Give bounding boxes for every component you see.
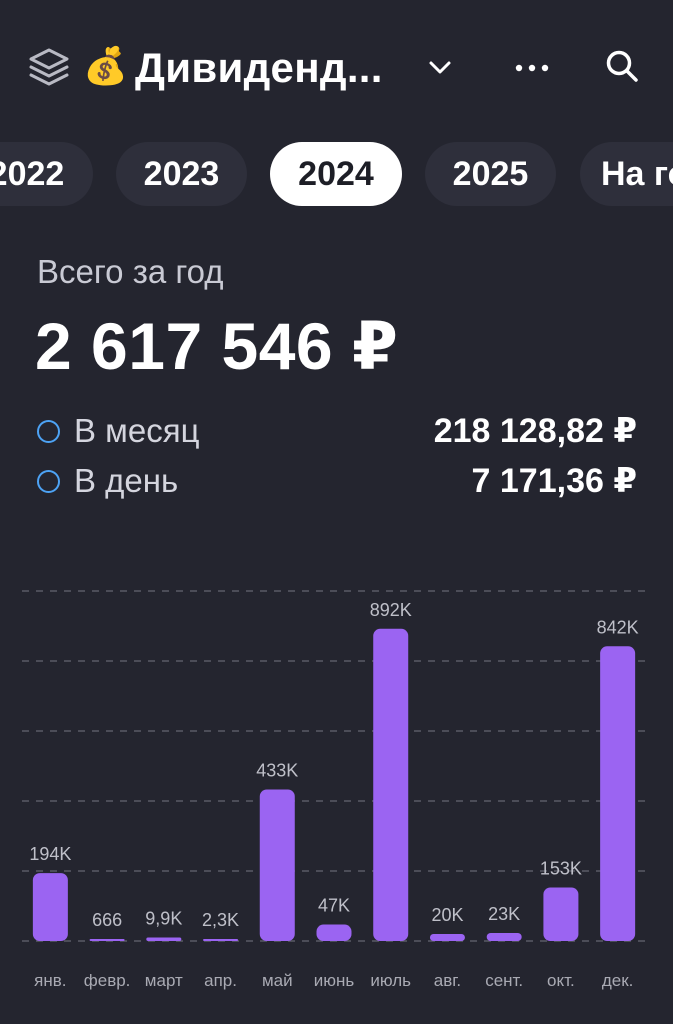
x-tick-label: июль <box>370 971 411 990</box>
monthly-dividends-chart: 194K янв. 666 февр. 9,9K март 2,3K апр. 433K май 4… <box>0 560 673 1010</box>
bar-value-label: 23K <box>488 904 520 924</box>
total-amount: 2 617 546 ₽ <box>35 309 399 383</box>
x-tick-label: окт. <box>547 971 575 990</box>
x-tick-label: сент. <box>485 971 523 990</box>
bar-value-label: 9,9K <box>145 909 182 929</box>
year-tabs: 2022 2023 2024 2025 На го <box>0 142 673 208</box>
bar-value-label: 47K <box>318 896 350 916</box>
stat-value: 7 171,36 ₽ <box>471 462 637 500</box>
bar-value-label: 433K <box>256 760 298 780</box>
bar-дек.[interactable] <box>600 646 636 941</box>
x-tick-label: март <box>145 971 183 990</box>
bar-март[interactable] <box>146 937 182 941</box>
layers-icon[interactable] <box>27 46 71 90</box>
x-tick-label: янв. <box>34 971 66 990</box>
bar-value-label: 194K <box>29 844 71 864</box>
bar-июль[interactable] <box>373 628 409 941</box>
bar-окт.[interactable] <box>543 887 579 941</box>
bar-сент.[interactable] <box>486 932 522 941</box>
bar-февр.[interactable] <box>89 939 125 941</box>
stat-circle-icon <box>37 420 60 443</box>
tab-2023[interactable]: 2023 <box>116 142 247 206</box>
bar-value-label: 153K <box>540 858 582 878</box>
stat-label: В месяц <box>74 412 200 449</box>
x-tick-label: дек. <box>602 971 634 990</box>
stat-row-day: В день 7 171,36 ₽ <box>0 459 673 503</box>
bar-value-label: 892K <box>370 600 412 620</box>
bar-авг.[interactable] <box>429 934 465 941</box>
search-icon[interactable] <box>604 48 640 84</box>
bar-value-label: 666 <box>92 910 122 930</box>
bar-янв.[interactable] <box>32 873 68 941</box>
bar-value-label: 20K <box>431 905 463 925</box>
stat-circle-icon <box>37 470 60 493</box>
money-bag-icon: 💰 <box>83 45 128 86</box>
tab-for-period[interactable]: На го <box>580 142 673 206</box>
bar-июнь[interactable] <box>316 924 352 941</box>
stat-value: 218 128,82 ₽ <box>433 412 637 450</box>
x-tick-label: июнь <box>314 971 355 990</box>
bar-апр.[interactable] <box>203 939 239 941</box>
stat-label: В день <box>74 462 179 499</box>
summary-label: Всего за год <box>37 253 224 290</box>
more-icon[interactable] <box>512 54 552 82</box>
tab-2024[interactable]: 2024 <box>270 142 402 206</box>
header: 💰 Дивиденд... <box>0 0 673 130</box>
chevron-down-icon[interactable] <box>426 54 454 82</box>
x-tick-label: февр. <box>84 971 131 990</box>
bar-value-label: 2,3K <box>202 910 239 930</box>
chart-svg: 194K янв. 666 февр. 9,9K март 2,3K апр. 433K май 4… <box>22 590 646 990</box>
bar-май[interactable] <box>259 789 295 941</box>
x-tick-label: авг. <box>434 971 461 990</box>
page-title[interactable]: Дивиденд... <box>135 42 383 94</box>
bar-value-label: 842K <box>597 617 639 637</box>
stat-row-month: В месяц 218 128,82 ₽ <box>0 409 673 453</box>
x-tick-label: апр. <box>204 971 237 990</box>
tab-2025[interactable]: 2025 <box>425 142 556 206</box>
tab-2022[interactable]: 2022 <box>0 142 93 206</box>
x-tick-label: май <box>262 971 293 990</box>
